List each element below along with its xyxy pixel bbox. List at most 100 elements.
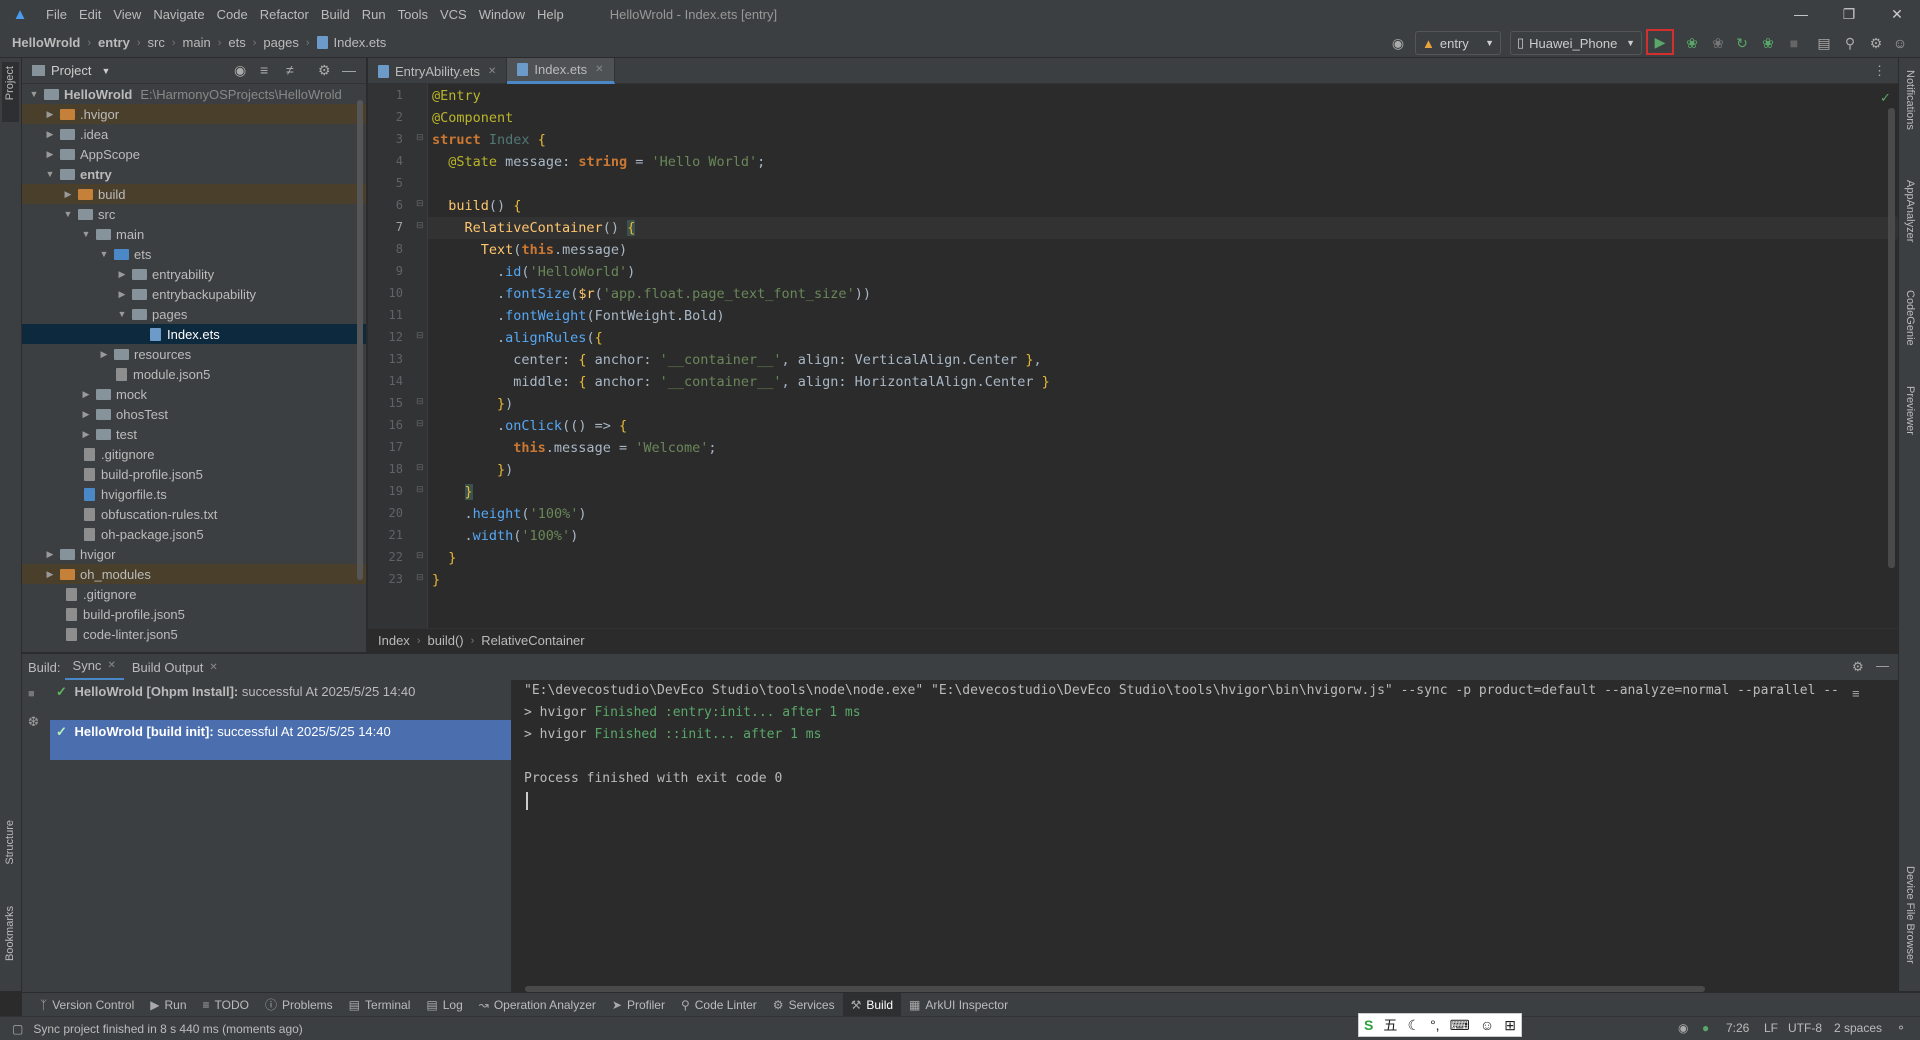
hide-icon[interactable]: —: [342, 62, 356, 78]
tab-build-output[interactable]: Build Output ✕: [124, 654, 226, 681]
file-encoding[interactable]: UTF-8: [1788, 1016, 1822, 1040]
restore-icon[interactable]: ❐: [1826, 0, 1872, 28]
tree-item[interactable]: .gitignore: [22, 584, 366, 604]
project-scrollbar[interactable]: [357, 100, 363, 580]
minimize-icon[interactable]: —: [1778, 0, 1824, 28]
tool-version-control[interactable]: ᛉ Version Control: [32, 993, 142, 1017]
close-tab-icon[interactable]: ✕: [595, 64, 603, 75]
no-problems-check-icon[interactable]: ✓: [1880, 90, 1891, 106]
tree-item[interactable]: oh-package.json5: [22, 524, 366, 544]
tab-entryability[interactable]: EntryAbility.ets ✕: [368, 58, 508, 84]
lock-icon[interactable]: ⚬: [1896, 1016, 1906, 1040]
tree-item[interactable]: ▼ pages: [22, 304, 366, 324]
tool-terminal[interactable]: ▤ Terminal: [341, 993, 419, 1017]
project-tool-tab[interactable]: Project: [4, 66, 16, 100]
status-message[interactable]: Sync project finished in 8 s 440 ms (mom…: [33, 1022, 302, 1036]
tool-services[interactable]: ⚙ Services: [765, 993, 843, 1017]
tool-profiler[interactable]: ➤ Profiler: [604, 993, 673, 1017]
menu-refactor[interactable]: Refactor: [254, 7, 315, 22]
tool-arkui-inspector[interactable]: ▦ ArkUI Inspector: [901, 993, 1016, 1017]
locate-icon[interactable]: ◉: [234, 62, 246, 79]
tab-sync[interactable]: Sync ✕: [64, 654, 124, 681]
fold-marker-icon[interactable]: ⊟: [416, 484, 424, 495]
close-tab-icon[interactable]: ✕: [107, 660, 115, 671]
gear-icon[interactable]: ⚙: [318, 62, 331, 79]
tool-run[interactable]: ▶ Run: [142, 993, 194, 1017]
menu-vcs[interactable]: VCS: [434, 7, 473, 22]
tool-code-linter[interactable]: ⚲ Code Linter: [673, 993, 765, 1017]
expand-all-icon[interactable]: ≡: [260, 62, 268, 78]
close-tab-icon[interactable]: ✕: [488, 66, 496, 77]
close-icon[interactable]: ✕: [1874, 0, 1920, 28]
device-file-browser-tool-tab[interactable]: Device File Browser: [1904, 866, 1916, 964]
tree-item[interactable]: ▶ build: [22, 184, 366, 204]
breadcrumb-ets[interactable]: ets: [228, 35, 245, 50]
crumb-relativecontainer[interactable]: RelativeContainer: [481, 633, 584, 648]
status-toggle-icon[interactable]: ▢: [12, 1022, 23, 1036]
tab-index[interactable]: Index.ets ✕: [507, 58, 615, 84]
ime-toolbar[interactable]: S 五 ☾ °, ⌨ ☺ ⊞: [1358, 1013, 1522, 1037]
chevron-down-icon[interactable]: ▼: [101, 66, 110, 76]
menu-tools[interactable]: Tools: [392, 7, 434, 22]
more-tabs-icon[interactable]: ⋮: [1873, 63, 1886, 79]
stop-icon[interactable]: ■: [1782, 30, 1806, 56]
breadcrumb-file[interactable]: Index.ets: [334, 35, 387, 50]
line-separator[interactable]: LF: [1764, 1016, 1778, 1040]
tree-item[interactable]: ▶ AppScope: [22, 144, 366, 164]
caret-position[interactable]: 7:26: [1726, 1016, 1749, 1040]
soft-wrap-icon[interactable]: ≡: [1852, 686, 1860, 701]
editor-scrollbar[interactable]: [1888, 108, 1895, 568]
attach-debugger-icon[interactable]: ❀: [1706, 30, 1730, 56]
menu-run[interactable]: Run: [356, 7, 392, 22]
tree-item[interactable]: ▶ resources: [22, 344, 366, 364]
inspector-icon[interactable]: ◉: [1678, 1016, 1688, 1040]
fold-marker-icon[interactable]: ⊟: [416, 396, 424, 407]
tree-root[interactable]: ▼ HelloWrold E:\HarmonyOSProjects\HelloW…: [22, 84, 366, 104]
device-manager-icon[interactable]: ▤: [1812, 30, 1836, 56]
fold-marker-icon[interactable]: ⊟: [416, 220, 424, 231]
tree-item[interactable]: ▶ entrybackupability: [22, 284, 366, 304]
tree-item[interactable]: ▼ src: [22, 204, 366, 224]
breadcrumb-pages[interactable]: pages: [263, 35, 298, 50]
account-icon[interactable]: ☺: [1888, 30, 1912, 56]
project-view-selector[interactable]: Project: [51, 63, 91, 78]
tool-problems[interactable]: ⓘ Problems: [257, 993, 341, 1017]
tree-item[interactable]: hvigorfile.ts: [22, 484, 366, 504]
menu-navigate[interactable]: Navigate: [147, 7, 210, 22]
menu-edit[interactable]: Edit: [73, 7, 107, 22]
tree-item[interactable]: module.json5: [22, 364, 366, 384]
previewer-tool-tab[interactable]: Previewer: [1904, 386, 1916, 435]
bookmarks-tool-tab[interactable]: Bookmarks: [4, 906, 16, 961]
fold-marker-icon[interactable]: ⊟: [416, 418, 424, 429]
tree-item[interactable]: ▶ .idea: [22, 124, 366, 144]
tree-item[interactable]: build-profile.json5: [22, 464, 366, 484]
fold-marker-icon[interactable]: ⊟: [416, 572, 424, 583]
tree-item[interactable]: ▶ test: [22, 424, 366, 444]
structure-tool-tab[interactable]: Structure: [4, 820, 16, 865]
crumb-index[interactable]: Index: [378, 633, 410, 648]
tool-operation-analyzer[interactable]: ↝ Operation Analyzer: [471, 993, 604, 1017]
tree-item[interactable]: .gitignore: [22, 444, 366, 464]
menu-file[interactable]: File: [40, 7, 73, 22]
tree-item[interactable]: ▶ oh_modules: [22, 564, 366, 584]
tree-item[interactable]: ▼ entry: [22, 164, 366, 184]
tool-log[interactable]: ▤ Log: [418, 993, 470, 1017]
apply-changes-icon[interactable]: ↻: [1730, 30, 1754, 56]
tool-build[interactable]: ⚒ Build: [842, 992, 902, 1017]
breadcrumb-entry[interactable]: entry: [98, 35, 130, 50]
run-button[interactable]: ▶: [1646, 29, 1674, 55]
profile-icon[interactable]: ❀: [1756, 30, 1780, 56]
menu-help[interactable]: Help: [531, 7, 570, 22]
tree-item[interactable]: ▼ ets: [22, 244, 366, 264]
tree-item[interactable]: ▶ entryability: [22, 264, 366, 284]
build-output-console[interactable]: "E:\devecostudio\DevEco Studio\tools\nod…: [512, 680, 1872, 992]
breadcrumb-src[interactable]: src: [148, 35, 165, 50]
appanalyzer-tool-tab[interactable]: AppAnalyzer: [1904, 180, 1916, 242]
code-editor[interactable]: @Entry @Component struct Index { @State …: [428, 84, 1898, 628]
menu-code[interactable]: Code: [211, 7, 254, 22]
device-selector[interactable]: ▯ Huawei_Phone ▼: [1510, 31, 1642, 55]
breadcrumb-project[interactable]: HelloWrold: [12, 35, 80, 50]
search-icon[interactable]: ⚲: [1838, 30, 1862, 56]
tree-item[interactable]: ▶ .hvigor: [22, 104, 366, 124]
tree-item[interactable]: ▶ mock: [22, 384, 366, 404]
